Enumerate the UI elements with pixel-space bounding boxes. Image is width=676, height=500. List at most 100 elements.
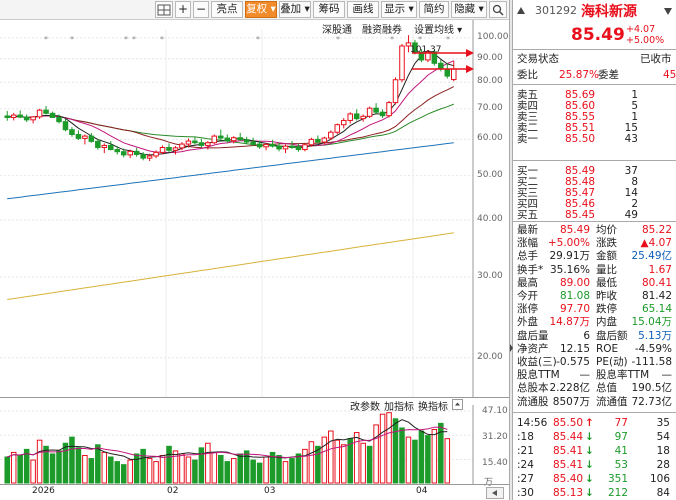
volume-bar[interactable] <box>263 456 269 484</box>
search-button[interactable] <box>489 1 507 18</box>
candle-body[interactable] <box>360 115 366 120</box>
volume-bar[interactable] <box>108 456 114 484</box>
candle-body[interactable] <box>237 137 243 141</box>
volume-bar[interactable] <box>308 441 315 484</box>
candle-body[interactable] <box>17 114 23 118</box>
event-marker[interactable]: * <box>418 35 422 44</box>
candle-body[interactable] <box>88 135 95 142</box>
volume-bar[interactable] <box>36 439 43 484</box>
scroll-right-button[interactable] <box>486 487 504 499</box>
volume-bar[interactable] <box>412 439 418 484</box>
candle-body[interactable] <box>114 149 121 153</box>
candle-body[interactable] <box>49 112 56 118</box>
volume-bar[interactable] <box>4 456 11 484</box>
tick-row[interactable]: 14:56 85.50 ↑ 77 35 <box>513 418 676 429</box>
candle-body[interactable] <box>276 145 282 150</box>
event-marker[interactable]: * <box>336 35 340 44</box>
candle-body[interactable] <box>4 115 11 118</box>
candle-body[interactable] <box>43 109 49 114</box>
volume-bar[interactable] <box>114 461 121 484</box>
candle-body[interactable] <box>108 144 114 151</box>
tick-row[interactable]: :18 85.44 ↓ 97 54 <box>513 432 676 443</box>
hide-button[interactable]: 隐藏 ▾ <box>451 1 487 18</box>
volume-bar[interactable] <box>192 459 198 484</box>
tick-row[interactable]: :24 85.41 ↓ 53 28 <box>513 460 676 471</box>
volume-bar[interactable] <box>230 458 237 484</box>
candle-body[interactable] <box>101 144 108 148</box>
volume-bar[interactable] <box>153 461 159 484</box>
candle-body[interactable] <box>386 102 392 117</box>
volume-bar[interactable] <box>120 464 127 484</box>
candle-body[interactable] <box>334 124 341 133</box>
draw-line-button[interactable]: 画线 <box>347 1 379 18</box>
candle-body[interactable] <box>133 150 140 156</box>
candle-body[interactable] <box>192 140 198 144</box>
candle-body[interactable] <box>75 133 82 139</box>
candle-body[interactable] <box>438 62 444 70</box>
candle-body[interactable] <box>218 135 224 139</box>
candle-body[interactable] <box>56 116 62 123</box>
volume-bar[interactable] <box>88 458 95 484</box>
candle-body[interactable] <box>308 138 315 146</box>
event-marker[interactable]: * <box>124 35 128 44</box>
volume-bar[interactable] <box>289 458 295 484</box>
candle-body[interactable] <box>153 151 159 157</box>
candle-body[interactable] <box>353 113 360 120</box>
volume-bar[interactable] <box>386 412 392 484</box>
volume-bar[interactable] <box>353 432 360 484</box>
candle-body[interactable] <box>340 119 347 126</box>
volume-bar[interactable] <box>237 453 243 484</box>
candle-body[interactable] <box>10 114 17 118</box>
candle-body[interactable] <box>127 150 133 156</box>
price-chart[interactable]: * * * * * * * * * * 深股通 融资融券 设置均线 ▾ 100.00 90.00 80… <box>0 20 510 398</box>
volume-bar[interactable] <box>315 445 321 484</box>
volume-bar[interactable] <box>69 436 75 484</box>
candle-body[interactable] <box>295 146 302 151</box>
zoom-out-button[interactable]: − <box>193 1 209 18</box>
candle-body[interactable] <box>366 107 373 117</box>
event-marker[interactable]: * <box>390 35 394 44</box>
volume-bar[interactable] <box>140 448 146 484</box>
candle-body[interactable] <box>328 131 334 139</box>
volume-bar[interactable] <box>425 435 431 484</box>
candle-body[interactable] <box>392 79 399 104</box>
candle-body[interactable] <box>62 121 69 131</box>
volume-bar[interactable] <box>431 428 438 484</box>
candle-body[interactable] <box>159 146 166 153</box>
candle-body[interactable] <box>69 129 75 135</box>
volume-bar[interactable] <box>10 451 17 484</box>
candle-body[interactable] <box>82 135 88 139</box>
candle-body[interactable] <box>347 113 353 121</box>
candle-body[interactable] <box>269 143 276 147</box>
candle-body[interactable] <box>172 147 179 151</box>
grid-icon-button[interactable] <box>155 1 173 18</box>
volume-bar[interactable] <box>276 454 282 484</box>
candle-body[interactable] <box>289 145 295 148</box>
volume-bar[interactable] <box>256 462 263 484</box>
volume-bar[interactable] <box>159 454 166 484</box>
volume-bar[interactable] <box>146 458 153 484</box>
volume-bar[interactable] <box>17 454 23 484</box>
volume-bar[interactable] <box>95 444 101 484</box>
volume-bar[interactable] <box>82 454 88 484</box>
candle-body[interactable] <box>166 146 172 151</box>
volume-bar[interactable] <box>373 424 379 484</box>
candle-body[interactable] <box>211 135 218 144</box>
candle-body[interactable] <box>250 141 256 145</box>
volume-bar[interactable] <box>205 442 211 484</box>
event-marker[interactable]: * <box>44 35 48 44</box>
candle-body[interactable] <box>198 142 205 146</box>
volume-chart[interactable]: 47.10 31.20 15.40 万 <box>0 405 510 488</box>
volume-bar[interactable] <box>179 453 185 484</box>
candle-body[interactable] <box>30 116 36 121</box>
tab-margin-trading[interactable]: 融资融券 <box>362 21 402 36</box>
volume-bar[interactable] <box>302 448 308 484</box>
volume-bar[interactable] <box>218 454 224 484</box>
volume-chart-svg[interactable] <box>0 405 510 485</box>
chips-button[interactable]: 筹码 <box>313 1 345 18</box>
event-marker[interactable]: * <box>70 35 74 44</box>
volume-bar[interactable] <box>328 430 334 484</box>
tab-hk-connect[interactable]: 深股通 <box>322 21 352 36</box>
candle-body[interactable] <box>263 143 269 148</box>
candle-body[interactable] <box>205 142 211 146</box>
